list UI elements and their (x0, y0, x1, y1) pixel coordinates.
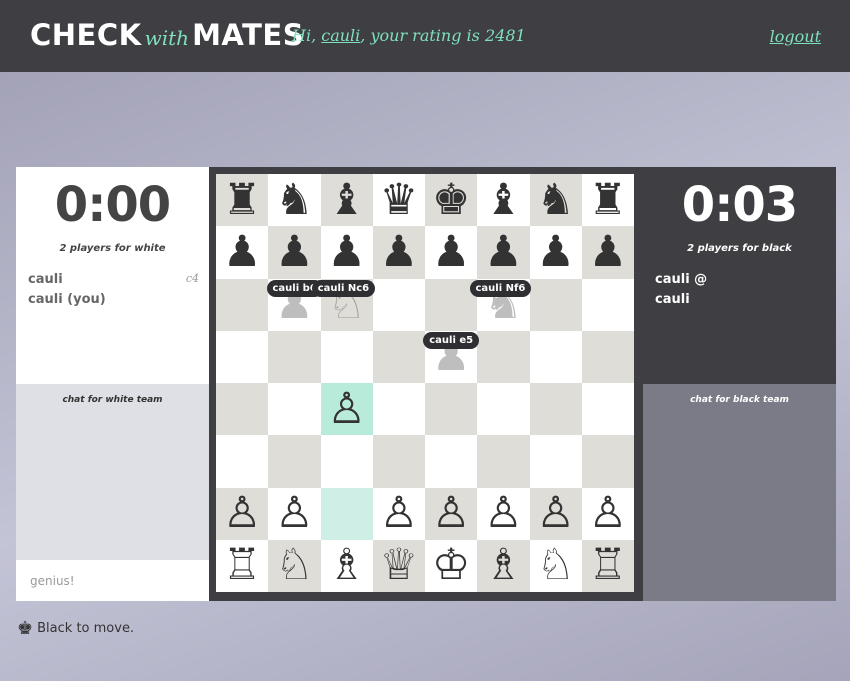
black-pawn-h7[interactable]: ♟ (582, 226, 634, 278)
square-d5[interactable] (372, 330, 425, 383)
white-rook-a1[interactable]: ♖ (216, 540, 268, 592)
logo-with: with (144, 26, 190, 50)
black-pawn-g7[interactable]: ♟ (530, 226, 582, 278)
white-team-chat: chat for white team (16, 384, 209, 560)
square-h6[interactable] (581, 278, 634, 331)
white-knight-b1[interactable]: ♘ (268, 540, 320, 592)
logout-link[interactable]: logout (770, 27, 821, 46)
square-d3[interactable] (372, 435, 425, 488)
rating-text: , your rating is 2481 (360, 26, 526, 45)
logo-check: CHECK (30, 18, 142, 52)
move-suggestion-e5: cauli e5 (423, 331, 480, 349)
white-pawn-f2[interactable]: ♙ (477, 488, 529, 540)
black-pawn-b7[interactable]: ♟ (268, 226, 320, 278)
greeting-prefix: Hi, (292, 26, 322, 45)
black-pawn-f7[interactable]: ♟ (477, 226, 529, 278)
square-h3[interactable] (581, 435, 634, 488)
white-pawn-c4[interactable]: ♙ (321, 383, 373, 435)
white-pawn-h2[interactable]: ♙ (582, 488, 634, 540)
chess-board-frame: ♟ ♘ ♞ ♟ ♜ ♞ ♝ ♛ ♚ ♝ ♞ ♜ ♟ ♟ ♟ ♟ ♟ ♟ ♟ ♟ ♙ ♙ ♙ ♙ ♙ ♙ ♙ ♙ ♖ ♘ ♗ ♕ ♔ ♗ ♘ ♖ caul… (209, 167, 643, 601)
square-g6[interactable] (529, 278, 582, 331)
white-pawn-d2[interactable]: ♙ (373, 488, 425, 540)
white-king-e1[interactable]: ♔ (425, 540, 477, 592)
black-pawn-c7[interactable]: ♟ (321, 226, 373, 278)
square-b5[interactable] (268, 330, 321, 383)
white-pawn-b2[interactable]: ♙ (268, 488, 320, 540)
move-suggestion-c6: cauli Nc6 (311, 279, 376, 297)
chess-board[interactable]: ♟ ♘ ♞ ♟ ♜ ♞ ♝ ♛ ♚ ♝ ♞ ♜ ♟ ♟ ♟ ♟ ♟ ♟ ♟ ♟ ♙ ♙ ♙ ♙ ♙ ♙ ♙ ♙ ♖ ♘ ♗ ♕ ♔ ♗ ♘ ♖ caul… (216, 174, 634, 592)
square-c5[interactable] (320, 330, 373, 383)
white-queen-d1[interactable]: ♕ (373, 540, 425, 592)
chat-input-placeholder: genius! (30, 574, 75, 588)
square-a4[interactable] (216, 383, 269, 436)
white-player: cauli (you) (28, 292, 106, 307)
square-h5[interactable] (581, 330, 634, 383)
black-team-chat: chat for black team (643, 384, 836, 601)
square-a6[interactable] (216, 278, 269, 331)
greeting: Hi, cauli, your rating is 2481 (292, 26, 526, 45)
white-clock: 0:00 (54, 177, 171, 233)
square-e3[interactable] (425, 435, 478, 488)
square-g5[interactable] (529, 330, 582, 383)
white-pawn-e2[interactable]: ♙ (425, 488, 477, 540)
white-pawn-g2[interactable]: ♙ (530, 488, 582, 540)
square-a5[interactable] (216, 330, 269, 383)
white-player-list: cauli cauli (you) c4 (16, 270, 209, 310)
white-knight-g1[interactable]: ♘ (530, 540, 582, 592)
square-b3[interactable] (268, 435, 321, 488)
black-clock: 0:03 (681, 177, 798, 233)
black-rook-h8[interactable]: ♜ (582, 174, 634, 226)
square-c3[interactable] (320, 435, 373, 488)
square-a3[interactable] (216, 435, 269, 488)
top-bar: CHECK with MATES Hi, cauli, your rating is… (0, 0, 850, 72)
black-king-e8[interactable]: ♚ (425, 174, 477, 226)
white-player: cauli (28, 272, 63, 287)
square-c2[interactable] (320, 487, 373, 540)
turn-status: ♚ Black to move. (17, 618, 134, 639)
black-bishop-f8[interactable]: ♝ (477, 174, 529, 226)
black-queen-d8[interactable]: ♛ (373, 174, 425, 226)
square-e4[interactable] (425, 383, 478, 436)
black-team-panel: 0:03 2 players for black cauli @ cauli (643, 167, 836, 384)
black-team-count: 2 players for black (687, 243, 792, 254)
square-b4[interactable] (268, 383, 321, 436)
white-bishop-c1[interactable]: ♗ (321, 540, 373, 592)
black-player: cauli (655, 292, 690, 307)
turn-status-text: Black to move. (37, 621, 135, 636)
square-f3[interactable] (477, 435, 530, 488)
white-rook-h1[interactable]: ♖ (582, 540, 634, 592)
square-h4[interactable] (581, 383, 634, 436)
black-chat-title: chat for black team (690, 395, 789, 405)
white-chat-input[interactable]: genius! (16, 560, 209, 601)
black-player: cauli @ (655, 272, 708, 287)
username-link[interactable]: cauli (321, 26, 360, 45)
white-chat-title: chat for white team (62, 395, 163, 405)
black-rook-a8[interactable]: ♜ (216, 174, 268, 226)
black-pawn-a7[interactable]: ♟ (216, 226, 268, 278)
logo-mates: MATES (192, 18, 305, 52)
king-icon: ♚ (17, 618, 34, 639)
white-team-panel: 0:00 2 players for white cauli cauli (yo… (16, 167, 209, 384)
square-f4[interactable] (477, 383, 530, 436)
black-bishop-c8[interactable]: ♝ (321, 174, 373, 226)
square-d6[interactable] (372, 278, 425, 331)
white-pawn-a2[interactable]: ♙ (216, 488, 268, 540)
square-g4[interactable] (529, 383, 582, 436)
square-d4[interactable] (372, 383, 425, 436)
white-bishop-f1[interactable]: ♗ (477, 540, 529, 592)
last-move-note: c4 (185, 272, 199, 285)
square-g3[interactable] (529, 435, 582, 488)
square-f5[interactable] (477, 330, 530, 383)
black-pawn-d7[interactable]: ♟ (373, 226, 425, 278)
black-pawn-e7[interactable]: ♟ (425, 226, 477, 278)
black-knight-g8[interactable]: ♞ (530, 174, 582, 226)
black-player-list: cauli @ cauli (643, 270, 836, 310)
move-suggestion-f6: cauli Nf6 (469, 279, 532, 297)
logo[interactable]: CHECK with MATES (30, 18, 304, 54)
white-team-count: 2 players for white (59, 243, 166, 254)
black-knight-b8[interactable]: ♞ (268, 174, 320, 226)
